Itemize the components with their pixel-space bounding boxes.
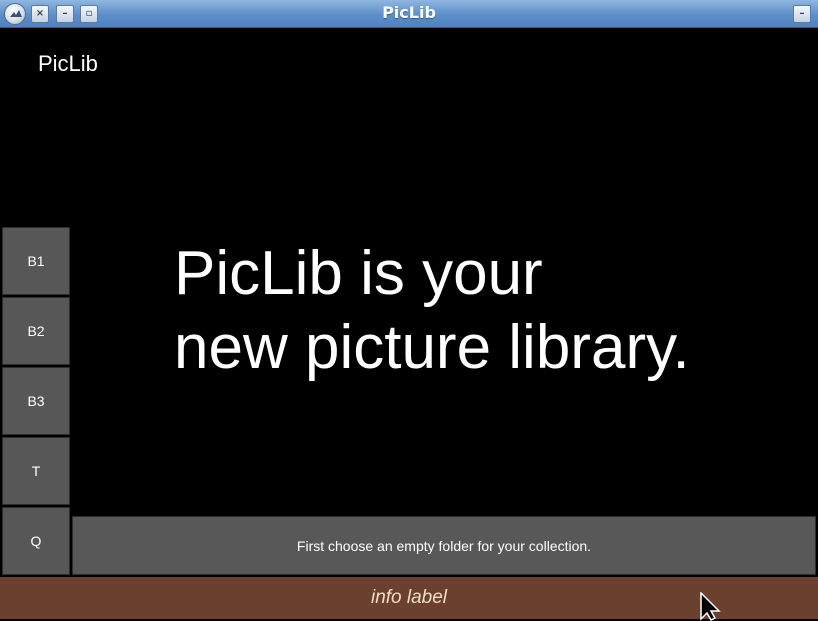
b3-button[interactable]: B3 <box>2 367 70 435</box>
b1-button[interactable]: B1 <box>2 227 70 295</box>
window-title: PicLib <box>382 3 436 22</box>
shade-icon[interactable]: – <box>793 5 811 23</box>
q-button[interactable]: Q <box>2 507 70 575</box>
choose-folder-button[interactable]: First choose an empty folder for your co… <box>72 516 816 575</box>
mouse-cursor-icon <box>700 592 721 621</box>
b2-button[interactable]: B2 <box>2 297 70 365</box>
hero-line-2: new picture library. <box>174 313 690 382</box>
app-title: PicLib <box>38 51 98 76</box>
app-content: PicLib PicLib is your new picture librar… <box>0 29 818 621</box>
info-label: info label <box>0 577 818 619</box>
hero-line-1: PicLib is your <box>174 239 543 308</box>
window-titlebar[interactable]: × – ▫ PicLib – <box>0 0 818 28</box>
hero-text: PicLib is your new picture library. <box>174 237 690 385</box>
t-button[interactable]: T <box>2 437 70 505</box>
